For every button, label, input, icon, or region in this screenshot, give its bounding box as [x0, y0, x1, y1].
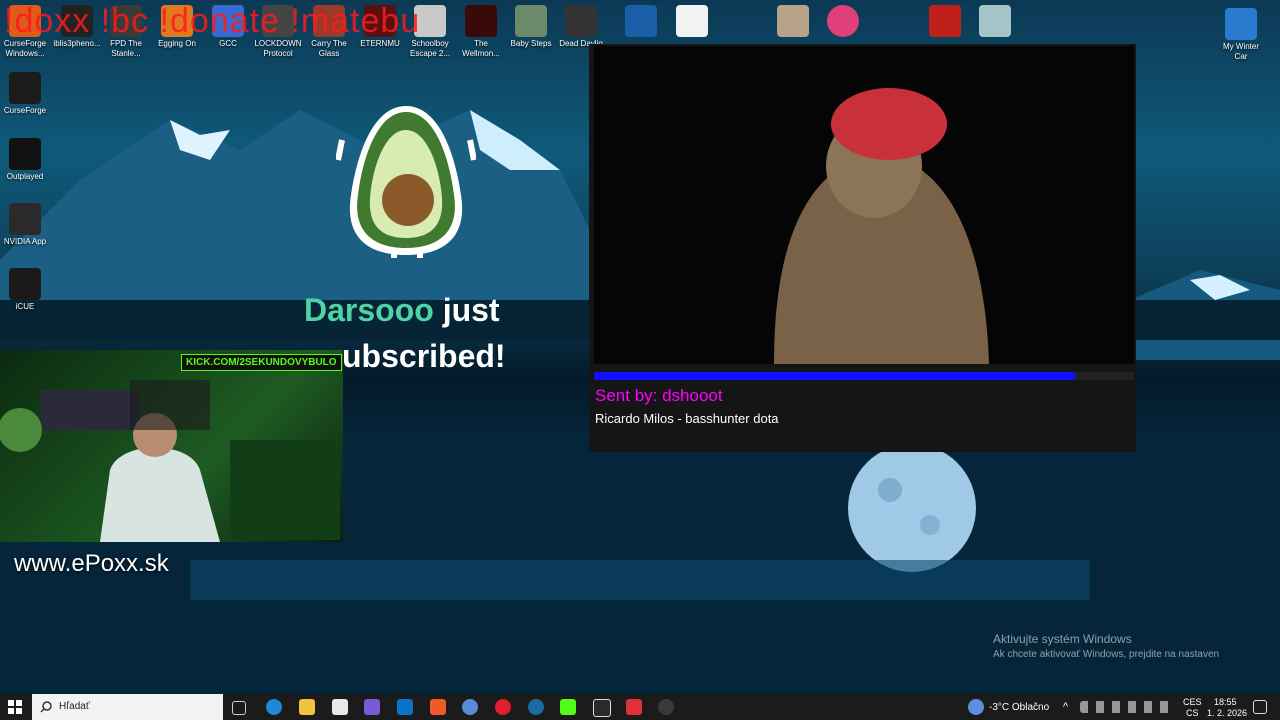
desktop-icon-label: Schoolboy Escape 2...	[409, 39, 451, 58]
media-video	[594, 46, 1134, 364]
opera-icon[interactable]	[495, 699, 511, 715]
desktop-icon[interactable]: NVIDIA App	[0, 203, 50, 247]
desktop-icon-label: Carry The Glass	[311, 39, 347, 58]
media-song-title: Ricardo Milos - basshunter dota	[595, 411, 779, 426]
notification-icon[interactable]	[1253, 700, 1267, 714]
desktop-icon[interactable]	[970, 5, 1020, 39]
store-icon[interactable]	[332, 699, 348, 715]
activation-hint: Ak chcete aktivovať Windows, prejdite na…	[993, 649, 1220, 660]
desktop-icon[interactable]: CurseForge	[0, 72, 50, 116]
game-icon	[929, 5, 961, 37]
chevron-up-icon[interactable]: ^	[1063, 701, 1068, 713]
search-icon	[40, 701, 52, 713]
game-icon	[777, 5, 809, 37]
obs-icon[interactable]	[593, 699, 611, 717]
my-winter-car-icon	[1225, 8, 1257, 40]
desktop-icon-label: NVIDIA App	[3, 237, 47, 246]
brave-icon[interactable]	[430, 699, 446, 715]
app-icon	[9, 72, 41, 104]
desktop-icon-label: Baby Steps	[510, 39, 552, 48]
weather-text[interactable]: -3°C Oblačno	[989, 702, 1049, 713]
taskbar-search-box[interactable]: Hľadať	[32, 694, 223, 720]
desktop-icon[interactable]	[616, 5, 666, 39]
app-icon	[9, 203, 41, 235]
taskbar: Hľadať -3°C Oblačno ^ CES CS 18:55 1. 2.…	[0, 694, 1280, 720]
desktop-icon-label: FPD The Stanle...	[110, 39, 142, 58]
desktop-icon-label: My Winter Car	[1223, 42, 1259, 61]
media-sent-by: Sent by: dshooot	[595, 386, 723, 405]
kick-icon[interactable]	[560, 699, 576, 715]
clock-date[interactable]: 1. 2. 2026	[1207, 708, 1247, 718]
app-icon	[9, 138, 41, 170]
steam-icon[interactable]	[528, 699, 544, 715]
desktop-icon[interactable]: The Wellmon...	[456, 5, 506, 59]
avocado-mascot	[336, 106, 476, 258]
app-icon	[9, 268, 41, 300]
game-icon	[676, 5, 708, 37]
alert-title-rest: just	[442, 292, 500, 328]
clock-time[interactable]: 18:55	[1214, 697, 1237, 707]
desktop-icon-label: Outplayed	[6, 172, 44, 181]
stream-commands-text: !doxx !bc !donate !matebu	[4, 2, 421, 40]
desktop-icon[interactable]: Dead Daylig	[556, 5, 606, 49]
desktop-icon[interactable]	[920, 5, 970, 39]
subscriber-username: Darsooo	[304, 292, 434, 328]
copilot-icon[interactable]	[364, 699, 380, 715]
app-icon	[565, 5, 597, 37]
app-icon	[515, 5, 547, 37]
game-icon	[979, 5, 1011, 37]
outlook-icon[interactable]	[397, 699, 413, 715]
desktop-icon[interactable]	[667, 5, 717, 39]
search-placeholder: Hľadať	[59, 701, 90, 712]
subscriber-alert-title: Darsooo just	[304, 292, 500, 329]
desktop-icon-label: LOCKDOWN Protocol	[254, 39, 302, 58]
app-icon[interactable]	[462, 699, 478, 715]
media-progress-fill	[594, 372, 1075, 380]
website-label: www.ePoxx.sk	[14, 550, 169, 577]
webcam-feed	[0, 350, 343, 542]
weather-icon[interactable]	[968, 699, 984, 715]
desktop-icon[interactable]	[768, 5, 818, 39]
desktop-icon-label: CurseForge	[3, 106, 47, 115]
app-icon	[827, 5, 859, 37]
desktop-icon[interactable]	[818, 5, 868, 39]
desktop-icon[interactable]: iCUE	[0, 268, 50, 312]
streamlabs-icon[interactable]	[626, 699, 642, 715]
language-bottom[interactable]: CS	[1186, 708, 1199, 718]
kick-channel-badge: KICK.COM/2SEKUNDOVYBULO	[181, 354, 342, 371]
webcam-scene	[0, 380, 340, 542]
windows-activation-watermark: Aktivujte systém Windows Ak chcete aktiv…	[993, 632, 1219, 660]
task-view-icon[interactable]	[232, 701, 246, 715]
desktop-icon-label: The Wellmon...	[462, 39, 500, 58]
video-frame	[594, 46, 1134, 364]
media-progress-bar	[594, 372, 1134, 380]
app-icon	[465, 5, 497, 37]
file-explorer-icon[interactable]	[299, 699, 315, 715]
desktop-icon[interactable]: Baby Steps	[506, 5, 556, 49]
desktop-icon[interactable]: Outplayed	[0, 138, 50, 182]
desktop-icon-label: CurseForge Windows...	[3, 39, 47, 58]
tray-icons[interactable]	[1080, 701, 1170, 713]
game-icon	[625, 5, 657, 37]
language-top[interactable]: CES	[1183, 697, 1202, 707]
desktop-icon-my-winter-car[interactable]: My Winter Car	[1216, 8, 1266, 62]
start-windows-icon[interactable]	[8, 700, 22, 714]
subscriber-alert-subtitle: ubscribed!	[342, 338, 506, 374]
desktop-icon-label: iCUE	[15, 302, 35, 311]
activation-title: Aktivujte systém Windows	[993, 632, 1132, 646]
edge-icon[interactable]	[266, 699, 282, 715]
app-icon[interactable]	[658, 699, 674, 715]
